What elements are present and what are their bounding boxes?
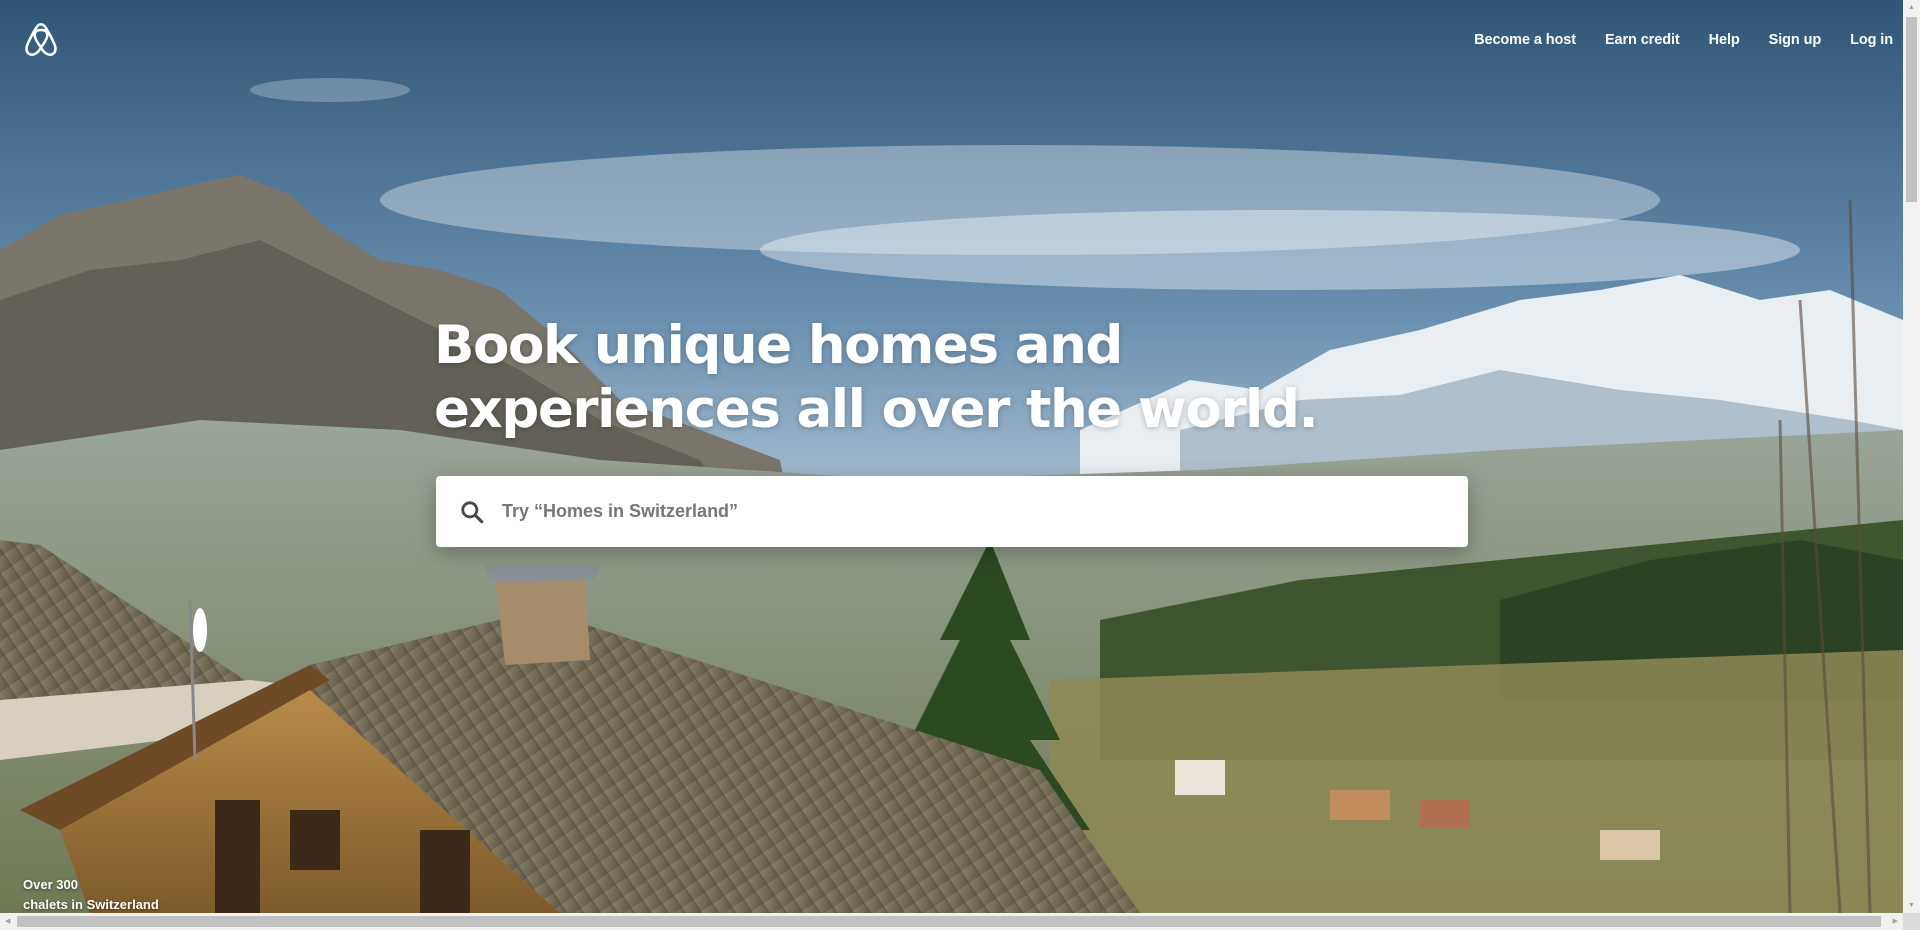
nav-sign-up[interactable]: Sign up xyxy=(1760,28,1830,52)
caption-line-1: Over 300 xyxy=(23,877,78,892)
scroll-up-arrow-icon[interactable]: ▲ xyxy=(1908,4,1915,11)
search-input[interactable] xyxy=(500,490,1468,533)
airbnb-logo-icon[interactable] xyxy=(24,22,58,58)
nav-become-a-host[interactable]: Become a host xyxy=(1465,28,1585,52)
nav-help[interactable]: Help xyxy=(1700,28,1749,52)
horizontal-scroll-thumb[interactable] xyxy=(17,916,1881,927)
nav-log-in[interactable]: Log in xyxy=(1841,28,1902,52)
hero-photo-caption: Over 300 chalets in Switzerland xyxy=(23,875,159,913)
search-icon xyxy=(461,500,484,523)
headline-line-2: experiences all over the world. xyxy=(434,379,1319,440)
search-bar[interactable] xyxy=(436,476,1468,547)
scrollbar-corner xyxy=(1903,913,1920,930)
scroll-down-arrow-icon[interactable]: ▼ xyxy=(1908,902,1915,909)
scroll-left-arrow-icon[interactable]: ◀ xyxy=(5,917,10,925)
top-nav: Become a host Earn credit Help Sign up L… xyxy=(1454,28,1902,52)
headline-line-1: Book unique homes and xyxy=(434,315,1123,376)
hero-headline: Book unique homes and experiences all ov… xyxy=(434,314,1319,442)
vertical-scrollbar[interactable]: ▲ ▼ xyxy=(1903,0,1920,913)
caption-line-2: chalets in Switzerland xyxy=(23,897,159,912)
nav-earn-credit[interactable]: Earn credit xyxy=(1596,28,1689,52)
vertical-scroll-thumb[interactable] xyxy=(1906,17,1917,202)
hero-background-image xyxy=(0,0,1903,913)
horizontal-scrollbar[interactable]: ◀ ▶ xyxy=(0,913,1920,930)
hero-section: Become a host Earn credit Help Sign up L… xyxy=(0,0,1903,913)
scroll-right-arrow-icon[interactable]: ▶ xyxy=(1893,917,1898,925)
